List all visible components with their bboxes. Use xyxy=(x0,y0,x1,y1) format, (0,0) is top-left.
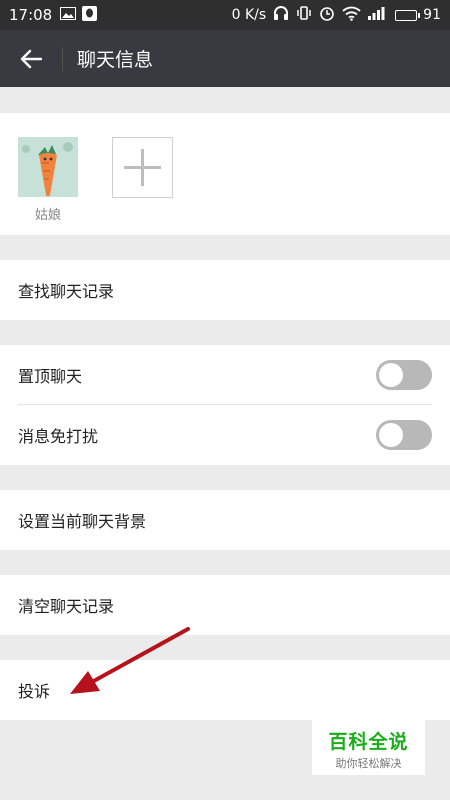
clear-section: 清空聊天记录 xyxy=(0,575,450,635)
search-history-label: 查找聊天记录 xyxy=(18,282,115,301)
report-section: 投诉 xyxy=(0,660,450,720)
members-section: 姑娘 xyxy=(0,113,450,235)
arrow-left-icon xyxy=(20,49,42,68)
add-member-button[interactable] xyxy=(112,137,173,198)
toggle-knob xyxy=(379,423,403,447)
report-item[interactable]: 投诉 xyxy=(0,660,450,720)
headset-icon xyxy=(273,5,289,25)
set-background-item[interactable]: 设置当前聊天背景 xyxy=(0,490,450,550)
report-label: 投诉 xyxy=(18,682,51,701)
pin-chat-toggle[interactable] xyxy=(376,360,432,390)
clear-history-label: 清空聊天记录 xyxy=(18,597,115,616)
image-icon xyxy=(60,6,77,24)
clear-history-item[interactable]: 清空聊天记录 xyxy=(0,575,450,635)
background-section: 设置当前聊天背景 xyxy=(0,490,450,550)
signal-icon xyxy=(368,6,388,24)
vibrate-icon xyxy=(296,5,312,25)
member-item[interactable]: 姑娘 xyxy=(18,137,78,223)
mute-toggle[interactable] xyxy=(376,420,432,450)
back-button[interactable] xyxy=(0,30,62,87)
mute-label: 消息免打扰 xyxy=(18,427,99,446)
member-name: 姑娘 xyxy=(34,208,61,223)
status-bar: 17:08 0 K/s 91 xyxy=(0,0,450,30)
watermark-subtitle: 助你轻松解决 xyxy=(335,757,402,770)
status-time: 17:08 xyxy=(9,6,53,24)
mute-item: 消息免打扰 xyxy=(0,405,450,465)
pin-chat-label: 置顶聊天 xyxy=(18,367,83,386)
set-background-label: 设置当前聊天背景 xyxy=(18,512,147,531)
avatar xyxy=(18,137,78,197)
qq-icon xyxy=(82,5,98,25)
page-title: 聊天信息 xyxy=(77,49,154,71)
battery-level: 91 xyxy=(423,7,441,23)
watermark-title: 百科全说 xyxy=(328,731,409,753)
search-section: 查找聊天记录 xyxy=(0,260,450,320)
battery-icon: 91 xyxy=(395,7,441,23)
toggle-knob xyxy=(379,363,403,387)
plus-icon xyxy=(124,149,161,186)
search-history-item[interactable]: 查找聊天记录 xyxy=(0,260,450,320)
header-divider xyxy=(62,46,63,71)
notification-section: 置顶聊天 消息免打扰 xyxy=(0,345,450,465)
pin-chat-item: 置顶聊天 xyxy=(0,345,450,405)
wifi-icon xyxy=(342,6,361,25)
watermark-logo: 百科全说 助你轻松解决 xyxy=(312,720,425,775)
net-speed: 0 K/s xyxy=(231,7,267,23)
alarm-icon xyxy=(319,5,335,25)
header-bar: 聊天信息 xyxy=(0,30,450,87)
